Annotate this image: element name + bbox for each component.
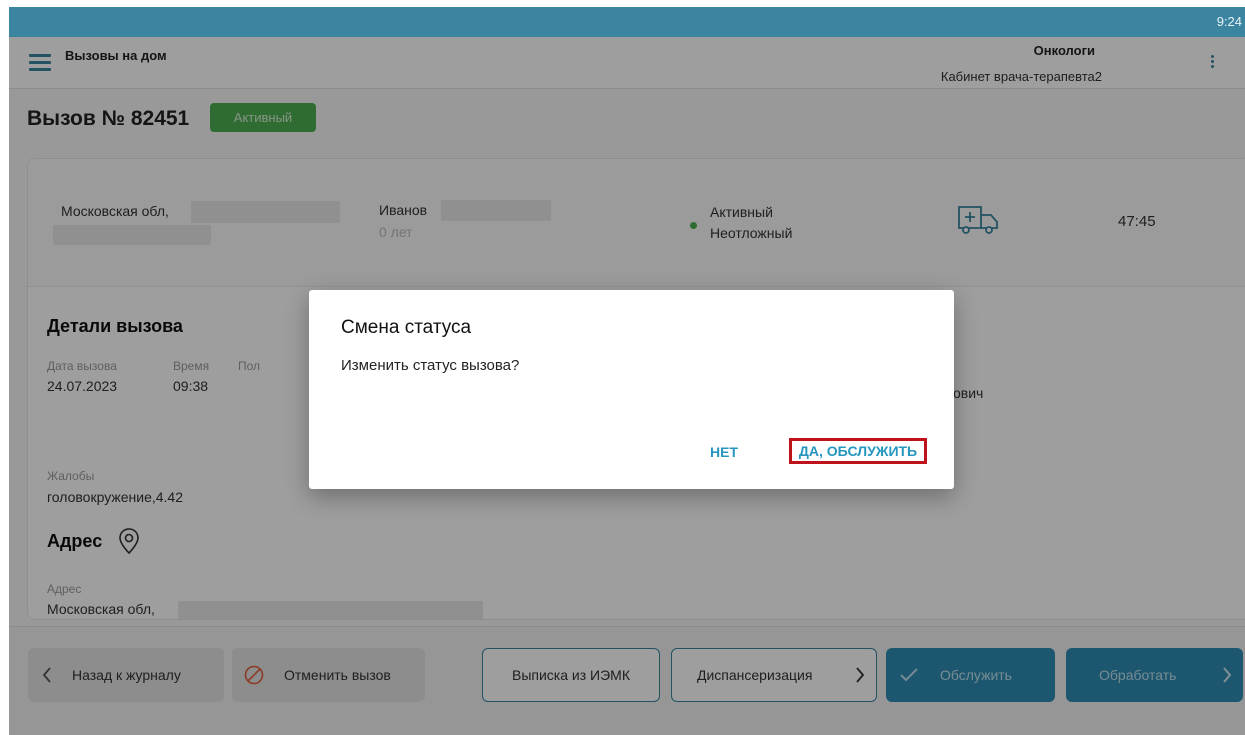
status-bar: 9:24 <box>9 7 1245 37</box>
status-time: 9:24 <box>1216 14 1242 29</box>
dialog-title: Смена статуса <box>341 317 472 338</box>
dialog-message: Изменить статус вызова? <box>341 357 520 374</box>
dialog-yes-serve-button[interactable]: ДА, ОБСЛУЖИТЬ <box>789 438 927 464</box>
dialog-no-button[interactable]: НЕТ <box>710 444 738 460</box>
change-status-dialog: Смена статуса Изменить статус вызова? НЕ… <box>309 290 954 489</box>
